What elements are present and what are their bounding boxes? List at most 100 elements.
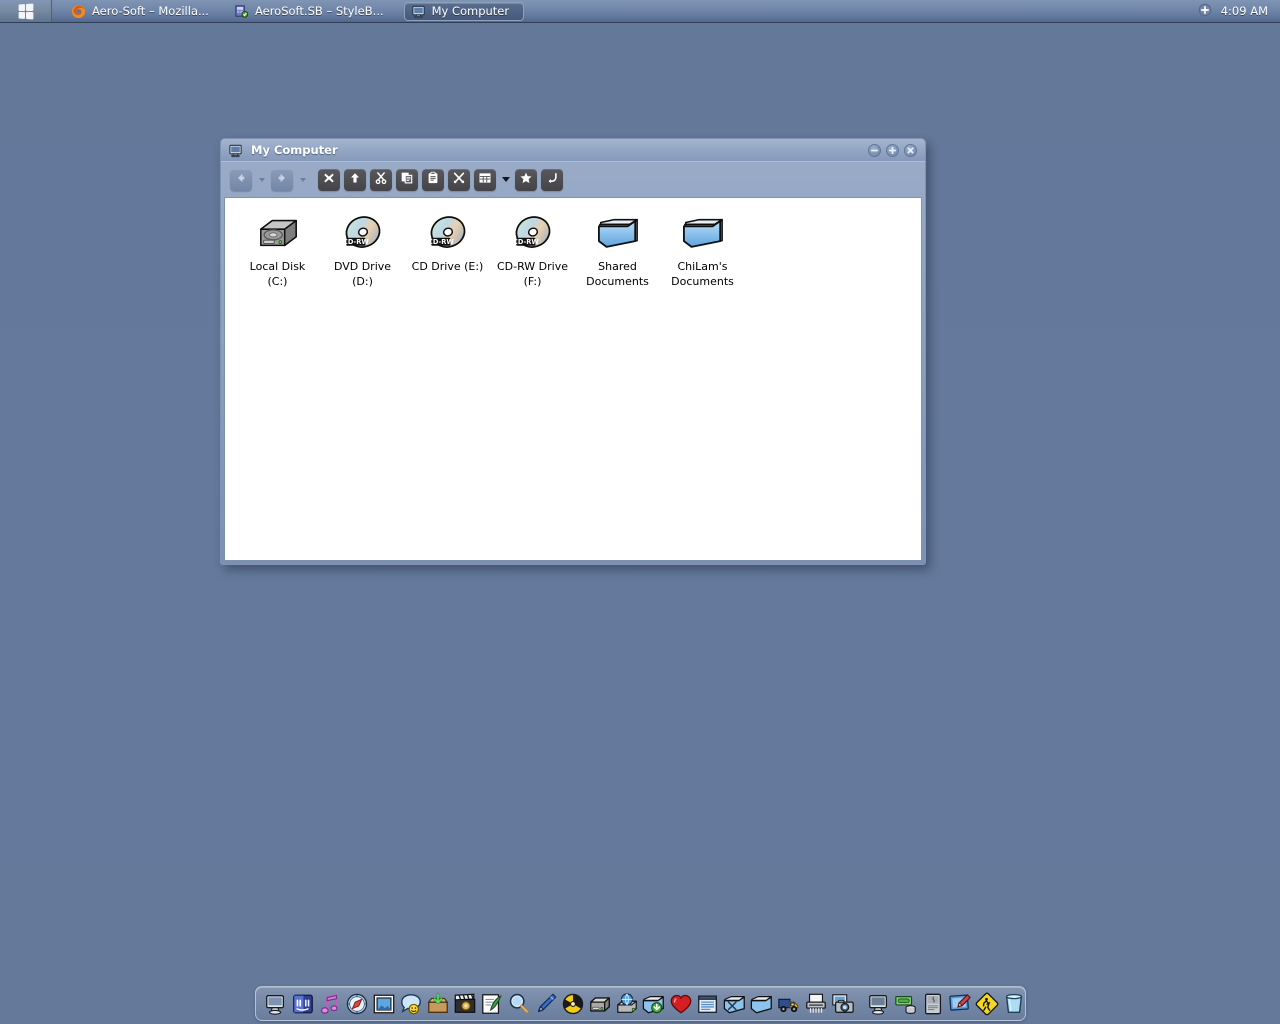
cut-button[interactable] <box>370 168 392 191</box>
start-button[interactable] <box>0 0 52 22</box>
chevron-down-icon <box>501 177 510 182</box>
list-item-chilams-documents[interactable]: ChiLam's Documents <box>660 206 745 295</box>
arrow-right-icon <box>275 170 289 189</box>
clock[interactable]: 4:09 AM <box>1221 4 1268 18</box>
paint-icon[interactable] <box>946 989 973 1018</box>
textedit-quill-icon[interactable] <box>478 989 505 1018</box>
dock <box>255 986 1026 1021</box>
cd-rw-disc-icon: CD-RW <box>509 210 557 256</box>
window-toolbar <box>221 162 925 197</box>
list-item-local-disk[interactable]: Local Disk (C:) <box>235 206 320 295</box>
download-box-icon[interactable] <box>424 989 451 1018</box>
list-item-cd-drive[interactable]: CD-RW CD Drive (E:) <box>405 206 490 295</box>
taskbar-item-label: Aero-Soft – Mozilla... <box>92 4 209 18</box>
copy-icon <box>400 170 414 189</box>
views-dropdown-button[interactable] <box>500 169 511 191</box>
chevron-down-icon <box>299 177 306 182</box>
window-title: My Computer <box>251 143 338 157</box>
back-dropdown-button[interactable] <box>256 169 267 191</box>
views-grid-icon <box>478 170 492 189</box>
cd-rw-disc-icon: CD-RW <box>424 210 472 256</box>
maximize-button[interactable] <box>886 143 899 157</box>
taskbar-item-my-computer[interactable]: My Computer <box>403 1 525 21</box>
arrow-up-icon <box>348 170 362 189</box>
taskbar: Aero-Soft – Mozilla... AeroSoft.SB – Sty… <box>0 0 1280 23</box>
styleb-icon <box>234 4 249 19</box>
shredder-icon[interactable] <box>802 989 829 1018</box>
hard-disk-icon <box>254 210 302 256</box>
network-globe-icon[interactable] <box>613 989 640 1018</box>
svg-text:CD-RW: CD-RW <box>512 238 538 246</box>
warning-sign-icon[interactable] <box>973 989 1000 1018</box>
finder-icon[interactable] <box>289 989 316 1018</box>
back-button[interactable] <box>230 168 252 191</box>
circle-plus-icon[interactable] <box>1198 2 1212 21</box>
trash-icon[interactable] <box>1000 989 1027 1018</box>
forward-dropdown-button[interactable] <box>297 169 308 191</box>
forward-button[interactable] <box>271 168 293 191</box>
list-item-label: DVD Drive (D:) <box>333 260 392 289</box>
taskbar-item-firefox[interactable]: Aero-Soft – Mozilla... <box>66 2 219 21</box>
heart-icon[interactable] <box>667 989 694 1018</box>
list-item-label: CD-RW Drive (F:) <box>496 260 569 289</box>
undo-button[interactable] <box>541 168 563 191</box>
crossed-tools-icon <box>452 170 466 189</box>
stop-x-icon <box>322 170 336 189</box>
windows-flag-icon <box>18 2 34 20</box>
window-content[interactable]: Local Disk (C:) CD-RW DVD Drive (D:) CD-… <box>224 197 922 561</box>
list-item-shared-documents[interactable]: Shared Documents <box>575 206 660 295</box>
folder-icon <box>679 210 727 256</box>
music-note-icon[interactable] <box>316 989 343 1018</box>
my-computer-window: My Computer Local Disk (C:) CD-RW DVD Dr… <box>220 138 926 565</box>
list-item-label: ChiLam's Documents <box>671 260 734 289</box>
copy-button[interactable] <box>396 168 418 191</box>
svg-text:CD-RW: CD-RW <box>342 238 368 246</box>
list-item-dvd-drive[interactable]: CD-RW DVD Drive (D:) <box>320 206 405 295</box>
notes-icon[interactable] <box>694 989 721 1018</box>
chat-bubble-icon[interactable] <box>397 989 424 1018</box>
stop-button[interactable] <box>318 168 340 191</box>
favorites-button[interactable] <box>515 168 537 191</box>
folder-icon <box>594 210 642 256</box>
mac-tower-icon[interactable] <box>919 989 946 1018</box>
pen-icon[interactable] <box>532 989 559 1018</box>
folder-blue-icon[interactable] <box>748 989 775 1018</box>
my-computer-icon <box>228 143 243 158</box>
tools-button[interactable] <box>448 168 470 191</box>
money-icon[interactable] <box>892 989 919 1018</box>
photo-frame-icon[interactable] <box>370 989 397 1018</box>
svg-text:CD-RW: CD-RW <box>427 238 453 246</box>
taskbar-item-styleb[interactable]: AeroSoft.SB – StyleB... <box>229 2 394 21</box>
arrow-left-icon <box>234 170 248 189</box>
download-folder-icon[interactable] <box>640 989 667 1018</box>
scissors-icon <box>374 170 388 189</box>
list-item-label: Local Disk (C:) <box>249 260 306 289</box>
paste-icon <box>426 170 440 189</box>
up-button[interactable] <box>344 168 366 191</box>
paste-button[interactable] <box>422 168 444 191</box>
truck-icon[interactable] <box>775 989 802 1018</box>
list-item-label: CD Drive (E:) <box>411 260 484 273</box>
hard-drive-icon[interactable] <box>586 989 613 1018</box>
magnifier-icon[interactable] <box>505 989 532 1018</box>
cd-rw-disc-icon: CD-RW <box>339 210 387 256</box>
camera-icon[interactable] <box>829 989 856 1018</box>
display-icon[interactable] <box>262 989 289 1018</box>
monitor-icon[interactable] <box>865 989 892 1018</box>
icon-grid: Local Disk (C:) CD-RW DVD Drive (D:) CD-… <box>225 198 921 295</box>
views-button[interactable] <box>474 168 496 191</box>
utilities-folder-icon[interactable] <box>721 989 748 1018</box>
minimize-button[interactable] <box>868 143 881 157</box>
burn-disc-icon[interactable] <box>559 989 586 1018</box>
window-titlebar[interactable]: My Computer <box>221 139 925 162</box>
movie-clapper-icon[interactable] <box>451 989 478 1018</box>
list-item-cd-rw-drive[interactable]: CD-RW CD-RW Drive (F:) <box>490 206 575 295</box>
taskbar-item-label: AeroSoft.SB – StyleB... <box>254 4 384 18</box>
star-icon <box>519 170 533 189</box>
undo-arrow-icon <box>545 170 559 189</box>
safari-compass-icon[interactable] <box>343 989 370 1018</box>
close-button[interactable] <box>904 143 917 157</box>
taskbar-task-list: Aero-Soft – Mozilla... AeroSoft.SB – Sty… <box>66 1 1198 21</box>
firefox-icon <box>71 4 86 19</box>
window-controls <box>868 143 917 157</box>
